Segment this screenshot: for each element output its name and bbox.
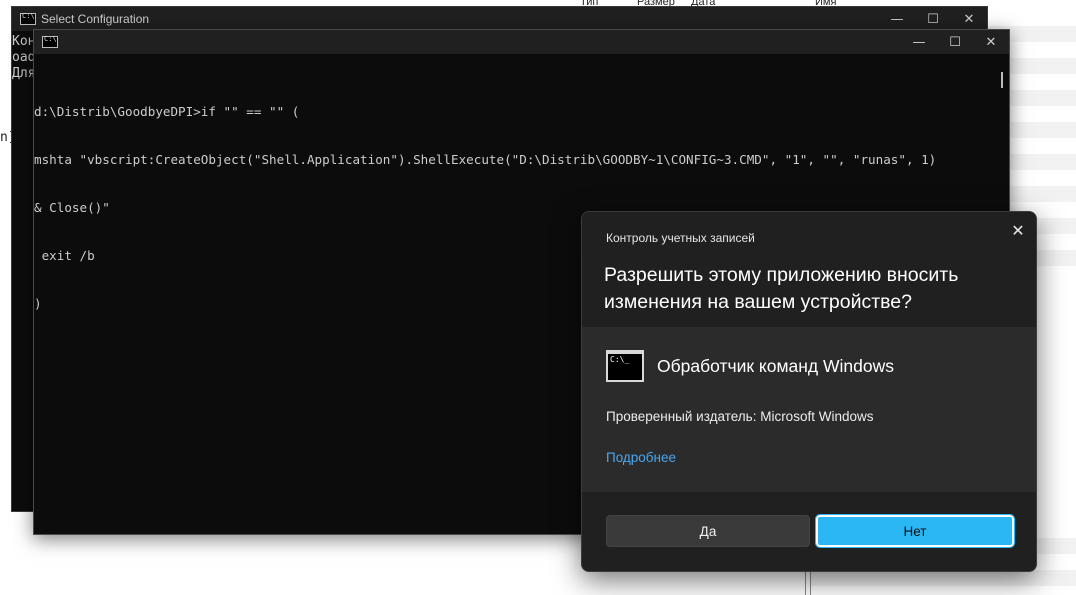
console-line: oad [12,50,36,65]
uac-dialog: Контроль учетных записей ✕ Разрешить это… [581,211,1037,572]
publisher-info: Проверенный издатель: Microsoft Windows [606,409,874,424]
minimize-button[interactable]: — [879,7,915,31]
close-button[interactable]: ✕ [951,7,987,31]
minimize-button[interactable]: — [901,30,937,54]
window-title: Select Configuration [41,12,150,26]
app-name: Обработчик команд Windows [657,355,894,376]
list-row[interactable] [810,570,1076,586]
console-line: d:\Distrib\GoodbyeDPI>if "" == "" ( [34,104,300,119]
uac-button-bar: Да Нет [582,492,1036,571]
console-line: Для [12,66,36,81]
app-info: C:\_ Обработчик команд Windows [606,350,894,382]
title-bar[interactable]: — ☐ ✕ [34,30,1009,54]
console-output: Кон oad Для [12,34,35,82]
console-line: mshta "vbscript:CreateObject("Shell.Appl… [34,152,937,167]
cmd-app-icon: C:\_ [606,350,644,382]
scrollbar[interactable] [1001,72,1003,88]
cmd-icon-glyph: C:\_ [610,355,630,364]
uac-question: Разрешить этому приложению вносить измен… [604,264,959,313]
maximize-button[interactable]: ☐ [915,7,951,31]
maximize-button[interactable]: ☐ [937,30,973,54]
cmd-icon [42,35,58,48]
yes-button[interactable]: Да [606,515,810,547]
cmd-icon [20,12,36,25]
uac-caption: Контроль учетных записей [606,231,755,245]
close-button[interactable]: ✕ [973,30,1009,54]
no-button[interactable]: Нет [815,514,1015,548]
close-icon[interactable]: ✕ [1008,220,1028,240]
console-line: Кон [12,34,36,49]
title-bar[interactable]: Select Configuration — ☐ ✕ [12,7,987,31]
more-details-link[interactable]: Подробнее [606,450,676,465]
